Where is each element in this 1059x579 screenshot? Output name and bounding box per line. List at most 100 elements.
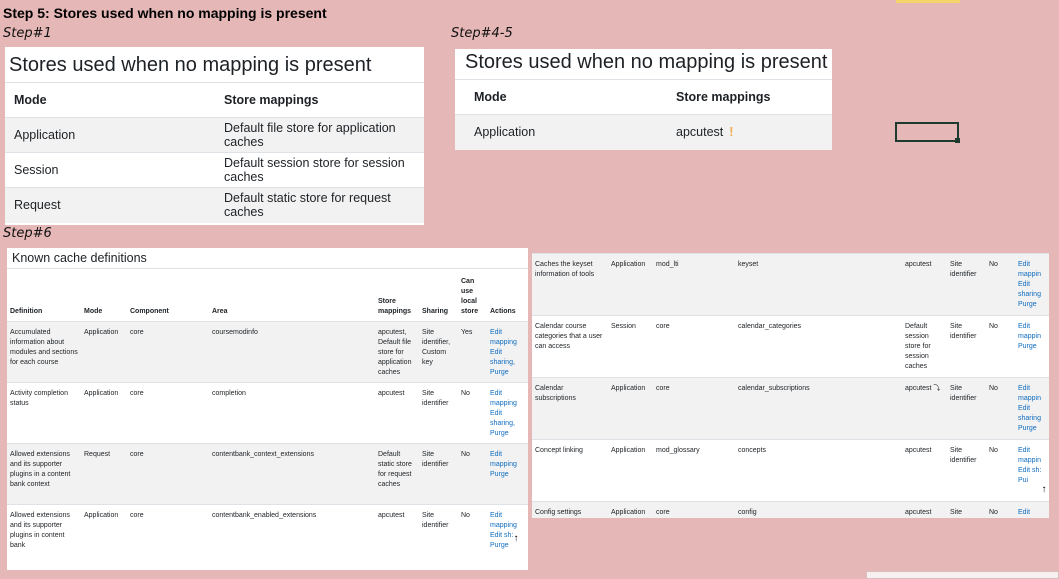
mode-cell: Session — [5, 152, 215, 188]
action-link[interactable]: Edit mappin — [1018, 446, 1046, 466]
action-link[interactable]: Purge — [1018, 342, 1046, 352]
mode-cell: Application — [81, 382, 127, 444]
actions-cell: Edit mappin Purge — [1015, 315, 1049, 378]
action-link[interactable]: Purge — [490, 429, 525, 439]
store-cell: apcutest! — [667, 114, 832, 150]
mode-cell: Application — [608, 439, 653, 502]
mode-cell: Application — [608, 501, 653, 518]
mode-cell: Application — [81, 504, 127, 567]
spreadsheet-selected-cell[interactable] — [895, 122, 960, 143]
panel-title: Stores used when no mapping is present — [9, 54, 372, 76]
store-cell: Default session store for session caches — [902, 315, 947, 378]
store-cell: Default session store for session caches — [215, 152, 424, 188]
actions-cell: Edit mapping Edit sharing, Purge — [487, 382, 528, 444]
action-link[interactable]: Edit mapping — [490, 450, 525, 470]
actions-cell: Edit mapping Purge — [487, 443, 528, 505]
area-cell: contentbank_enabled_extensions — [209, 504, 375, 567]
column-header-actions: Actions — [487, 268, 528, 322]
table-row: Activity completion status Application cor… — [7, 382, 528, 444]
action-link[interactable]: Purge — [1018, 300, 1046, 310]
action-link[interactable]: Purge — [490, 470, 525, 480]
table-row: Concept linking Application mod_glossary co… — [532, 439, 1049, 502]
area-cell: coursemodinfo — [209, 321, 375, 383]
action-link[interactable]: Edit mapping — [490, 328, 525, 348]
action-link[interactable]: Edit mappin — [1018, 384, 1046, 404]
component-cell: core — [127, 504, 209, 567]
action-link[interactable]: Edit sharing, — [490, 409, 525, 429]
warning-icon[interactable]: ! — [729, 125, 733, 139]
local-cell: No — [986, 501, 1015, 518]
mode-cell: Request — [5, 187, 215, 223]
table-row: Accumulated information about modules an… — [7, 321, 528, 383]
cache-definitions-table: Definition Mode Component Area Store map… — [7, 268, 528, 567]
area-cell: completion — [209, 382, 375, 444]
definition-cell: Activity completion status — [7, 382, 81, 444]
component-cell: core — [653, 315, 735, 378]
scroll-to-top-icon[interactable]: ↑ — [510, 533, 522, 545]
definition-cell: Allowed extensions and its supporter plu… — [7, 504, 81, 567]
panel-title: Stores used when no mapping is present — [465, 51, 828, 73]
actions-cell: Edit mappin Edit sharing Purge — [1015, 253, 1049, 316]
mode-cell: Application — [455, 114, 667, 150]
scroll-to-top-icon[interactable]: ↑ — [1038, 484, 1049, 496]
component-cell: core — [127, 443, 209, 505]
table-row: Calendar course categories that a user c… — [532, 315, 1049, 378]
stores-table: Mode Store mappings Application Default … — [5, 82, 424, 223]
spreadsheet-text-box — [866, 571, 1059, 579]
action-link[interactable]: Edit sharing — [1018, 404, 1046, 424]
actions-cell: Edit mappin Edit sharing Purge — [1015, 377, 1049, 440]
sharing-cell: Site identifier — [419, 443, 458, 505]
area-cell: concepts — [735, 439, 902, 502]
column-header-store-mappings: Store mappings — [215, 82, 424, 118]
actions-cell: Edit mapping Edit sharing, Purge — [487, 321, 528, 383]
action-link[interactable]: Edit sh: — [1018, 466, 1046, 476]
local-cell: No — [458, 382, 487, 444]
step-heading: Step 5: Stores used when no mapping is p… — [3, 5, 327, 21]
action-link[interactable]: Edit sharing — [1018, 280, 1046, 300]
actions-cell: Edit — [1015, 501, 1049, 518]
column-header-sharing: Sharing — [419, 268, 458, 322]
local-cell: No — [986, 377, 1015, 440]
area-cell: contentbank_context_extensions — [209, 443, 375, 505]
area-cell: calendar_categories — [735, 315, 902, 378]
local-cell: No — [458, 504, 487, 567]
action-link[interactable]: Edit — [1018, 508, 1046, 518]
action-link[interactable]: Purge — [1018, 424, 1046, 434]
action-link[interactable]: Purge — [490, 368, 525, 378]
store-cell: apcutest ⤵ — [902, 377, 947, 440]
sharing-cell: Site identifier — [947, 439, 986, 502]
selected-column-header — [896, 0, 960, 3]
sharing-cell: Site identifier — [419, 504, 458, 567]
table-row: Session Default session store for sessio… — [5, 152, 424, 188]
step1-label: Step#1 — [3, 26, 52, 41]
component-cell: mod_glossary — [653, 439, 735, 502]
column-header-store-mappings: Store mappings — [667, 79, 832, 115]
mode-cell: Request — [81, 443, 127, 505]
stores-table: Mode Store mappings Application apcutest… — [455, 79, 832, 150]
fill-handle[interactable] — [955, 138, 960, 143]
action-link[interactable]: Edit mapping — [490, 511, 525, 531]
mode-cell: Application — [608, 253, 653, 316]
table-row: Application Default file store for appli… — [5, 117, 424, 153]
action-link[interactable]: Edit mappin — [1018, 322, 1046, 342]
component-cell: core — [127, 321, 209, 383]
action-link[interactable]: Edit mappin — [1018, 260, 1046, 280]
mode-cell: Session — [608, 315, 653, 378]
action-link[interactable]: Edit mapping — [490, 389, 525, 409]
step45-label: Step#4-5 — [451, 26, 513, 41]
sharing-cell: Site — [947, 501, 986, 518]
column-header-mode: Mode — [81, 268, 127, 322]
action-link[interactable]: Edit sharing, — [490, 348, 525, 368]
cache-definitions-table: Caches the keyset information of tools Ap… — [532, 253, 1049, 518]
step6-label: Step#6 — [3, 226, 52, 241]
store-cell: Default static store for request caches — [375, 443, 419, 505]
known-cache-definitions-panel: Known cache definitions Definition Mode … — [7, 248, 528, 570]
mode-cell: Application — [5, 117, 215, 153]
local-cell: No — [458, 443, 487, 505]
table-row: Caches the keyset information of tools Ap… — [532, 253, 1049, 316]
store-cell: apcutest, Default file store for applica… — [375, 321, 419, 383]
table-row: Application apcutest! — [455, 114, 832, 150]
stores-panel-step45: Stores used when no mapping is present M… — [455, 49, 832, 150]
store-cell: apcutest — [375, 382, 419, 444]
store-name: apcutest — [676, 125, 724, 140]
